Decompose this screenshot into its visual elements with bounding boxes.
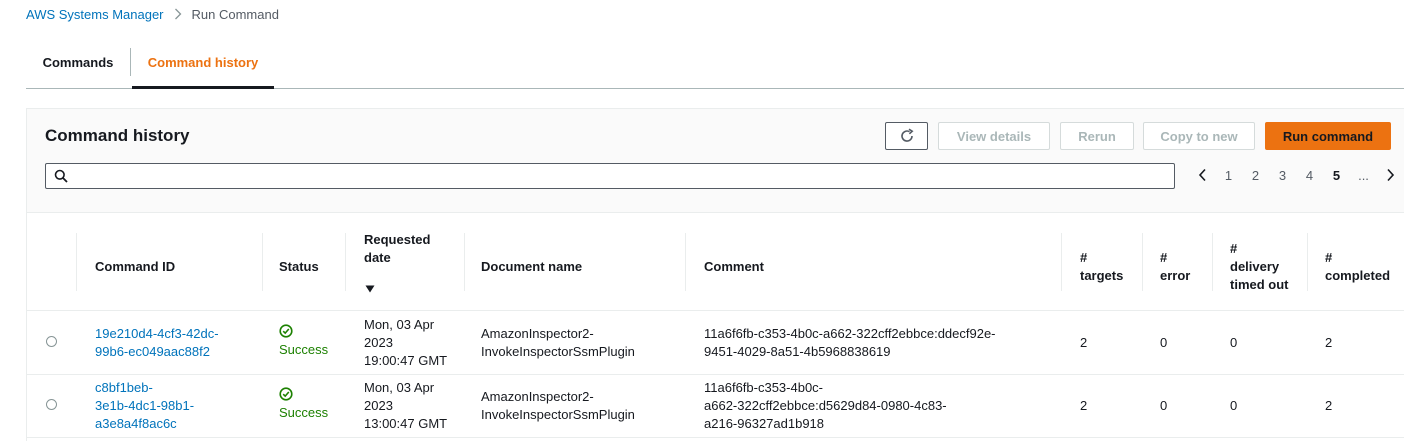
- breadcrumb-current: Run Command: [191, 6, 279, 22]
- completed-cell: 2: [1325, 398, 1333, 413]
- status-cell: Success: [279, 324, 328, 359]
- page-1[interactable]: 1: [1215, 168, 1242, 183]
- command-id-link[interactable]: 19e210d4-4cf3-42dc- 99b6-ec049aac88f2: [95, 325, 219, 361]
- refresh-button[interactable]: [885, 122, 928, 150]
- tab-commands[interactable]: Commands: [26, 36, 130, 88]
- breadcrumb: AWS Systems Manager Run Command: [26, 5, 279, 23]
- panel-header: Command history View details Rerun Copy …: [27, 109, 1404, 213]
- column-divider: [1142, 233, 1143, 291]
- column-divider: [76, 233, 77, 291]
- page-5[interactable]: 5: [1323, 168, 1350, 183]
- status-cell: Success: [279, 387, 328, 422]
- row-select-radio[interactable]: [46, 399, 57, 410]
- column-header-requested-date[interactable]: Requested date: [364, 231, 430, 267]
- column-header-document-name[interactable]: Document name: [481, 258, 582, 276]
- column-header-command-id[interactable]: Command ID: [95, 258, 175, 276]
- delivery-timed-out-cell: 0: [1230, 335, 1238, 350]
- column-header-status[interactable]: Status: [279, 258, 319, 276]
- column-header-delivery-timed-out[interactable]: # delivery timed out: [1230, 240, 1289, 294]
- pagination-ellipsis: ...: [1358, 167, 1369, 183]
- copy-to-new-button[interactable]: Copy to new: [1143, 122, 1255, 150]
- error-cell: 0: [1160, 398, 1168, 413]
- comment-cell: 11a6f6fb-c353-4b0c- a662-322cff2ebbce:d5…: [704, 380, 947, 431]
- column-header-comment[interactable]: Comment: [704, 258, 764, 276]
- pagination: 1 2 3 4 5 ...: [1189, 161, 1403, 189]
- table-row[interactable]: 19e210d4-4cf3-42dc- 99b6-ec049aac88f2 Su…: [27, 312, 1404, 375]
- delivery-timed-out-cell: 0: [1230, 398, 1238, 413]
- tab-divider: [130, 48, 131, 76]
- document-name-cell: AmazonInspector2- InvokeInspectorSsmPlug…: [481, 326, 635, 359]
- tab-command-history[interactable]: Command history: [132, 36, 274, 89]
- page-4[interactable]: 4: [1296, 168, 1323, 183]
- requested-date-cell: Mon, 03 Apr 2023 19:00:47 GMT: [364, 317, 448, 368]
- panel-title: Command history: [45, 126, 190, 145]
- row-select-radio[interactable]: [46, 336, 57, 347]
- document-name-cell: AmazonInspector2- InvokeInspectorSsmPlug…: [481, 389, 635, 422]
- column-divider: [1307, 233, 1308, 291]
- command-history-panel: Command history View details Rerun Copy …: [26, 108, 1404, 441]
- command-id-link[interactable]: c8bf1beb- 3e1b-4dc1-98b1- a3e8a4f8ac6c: [95, 379, 194, 433]
- pagination-next-button[interactable]: [1377, 168, 1403, 182]
- chevron-right-icon: [1386, 168, 1394, 182]
- breadcrumb-link-systems-manager[interactable]: AWS Systems Manager: [26, 7, 164, 22]
- tab-bar: Commands Command history: [26, 36, 1404, 89]
- targets-cell: 2: [1080, 398, 1088, 413]
- search-box: [45, 163, 1175, 189]
- check-circle-icon: [279, 387, 293, 401]
- column-divider: [464, 233, 465, 291]
- column-header-error[interactable]: # error: [1160, 249, 1190, 285]
- completed-cell: 2: [1325, 335, 1333, 350]
- chevron-right-icon: [174, 8, 182, 20]
- pagination-prev-button[interactable]: [1189, 168, 1215, 182]
- column-divider: [262, 233, 263, 291]
- column-header-completed[interactable]: # completed: [1325, 249, 1390, 285]
- status-text: Success: [279, 342, 329, 357]
- rerun-button[interactable]: Rerun: [1060, 122, 1134, 150]
- search-icon: [54, 169, 68, 183]
- column-divider: [685, 233, 686, 291]
- column-divider: [345, 233, 346, 291]
- column-header-targets[interactable]: # targets: [1080, 249, 1123, 285]
- caret-down-icon[interactable]: [365, 285, 375, 293]
- table-header: Command ID Status Requested date Documen…: [27, 213, 1404, 311]
- check-circle-icon: [279, 324, 293, 338]
- requested-date-cell: Mon, 03 Apr 2023 13:00:47 GMT: [364, 380, 448, 431]
- chevron-left-icon: [1198, 168, 1206, 182]
- refresh-icon: [900, 128, 914, 142]
- table-row[interactable]: c8bf1beb- 3e1b-4dc1-98b1- a3e8a4f8ac6c S…: [27, 375, 1404, 438]
- page-3[interactable]: 3: [1269, 168, 1296, 183]
- status-text: Success: [279, 405, 329, 420]
- page-2[interactable]: 2: [1242, 168, 1269, 183]
- run-command-button[interactable]: Run command: [1265, 122, 1391, 150]
- column-divider: [1061, 233, 1062, 291]
- search-input[interactable]: [74, 166, 1164, 186]
- comment-cell: 11a6f6fb-c353-4b0c-a662-322cff2ebbce:dde…: [704, 326, 996, 359]
- error-cell: 0: [1160, 335, 1168, 350]
- targets-cell: 2: [1080, 335, 1088, 350]
- view-details-button[interactable]: View details: [938, 122, 1050, 150]
- column-divider: [1212, 233, 1213, 291]
